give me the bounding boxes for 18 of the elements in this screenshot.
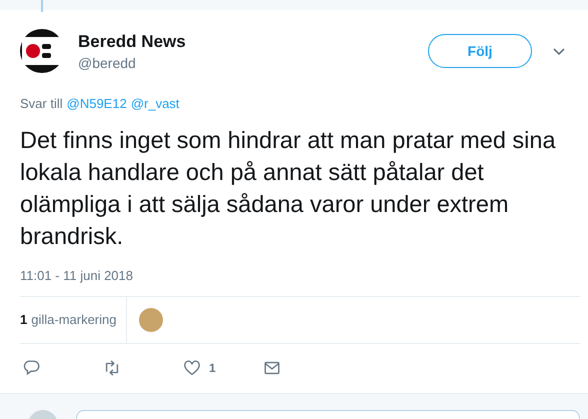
likes-count[interactable]: 1 gilla-markering [20,297,128,343]
user-avatar[interactable] [139,308,164,332]
reply-icon[interactable] [23,359,41,377]
heart-icon[interactable] [183,359,201,377]
timestamp[interactable]: 11:01 - 11 juni 2018 [20,268,568,284]
author-name[interactable]: Beredd News [78,31,186,53]
envelope-icon[interactable] [263,359,281,377]
mention-link[interactable]: @N59E12 [66,95,127,113]
follow-button[interactable]: Följ [428,34,532,68]
mention-link[interactable]: @r_vast [130,95,180,113]
retweet-icon[interactable] [103,359,121,377]
chevron-down-icon[interactable] [553,48,565,56]
logo-avatar [20,29,64,73]
tweet-text: Det finns inget som hindrar att man pratar med sina lokala handlare och på annat sätt påtalar det olämpliga i att sälja sådana varor under extrem brandrisk. [20,126,557,251]
thread-line [41,0,43,12]
like-count: 1 [209,360,216,377]
author-handle[interactable]: @beredd [78,53,186,73]
reply-to-label: Svar till [20,95,63,113]
